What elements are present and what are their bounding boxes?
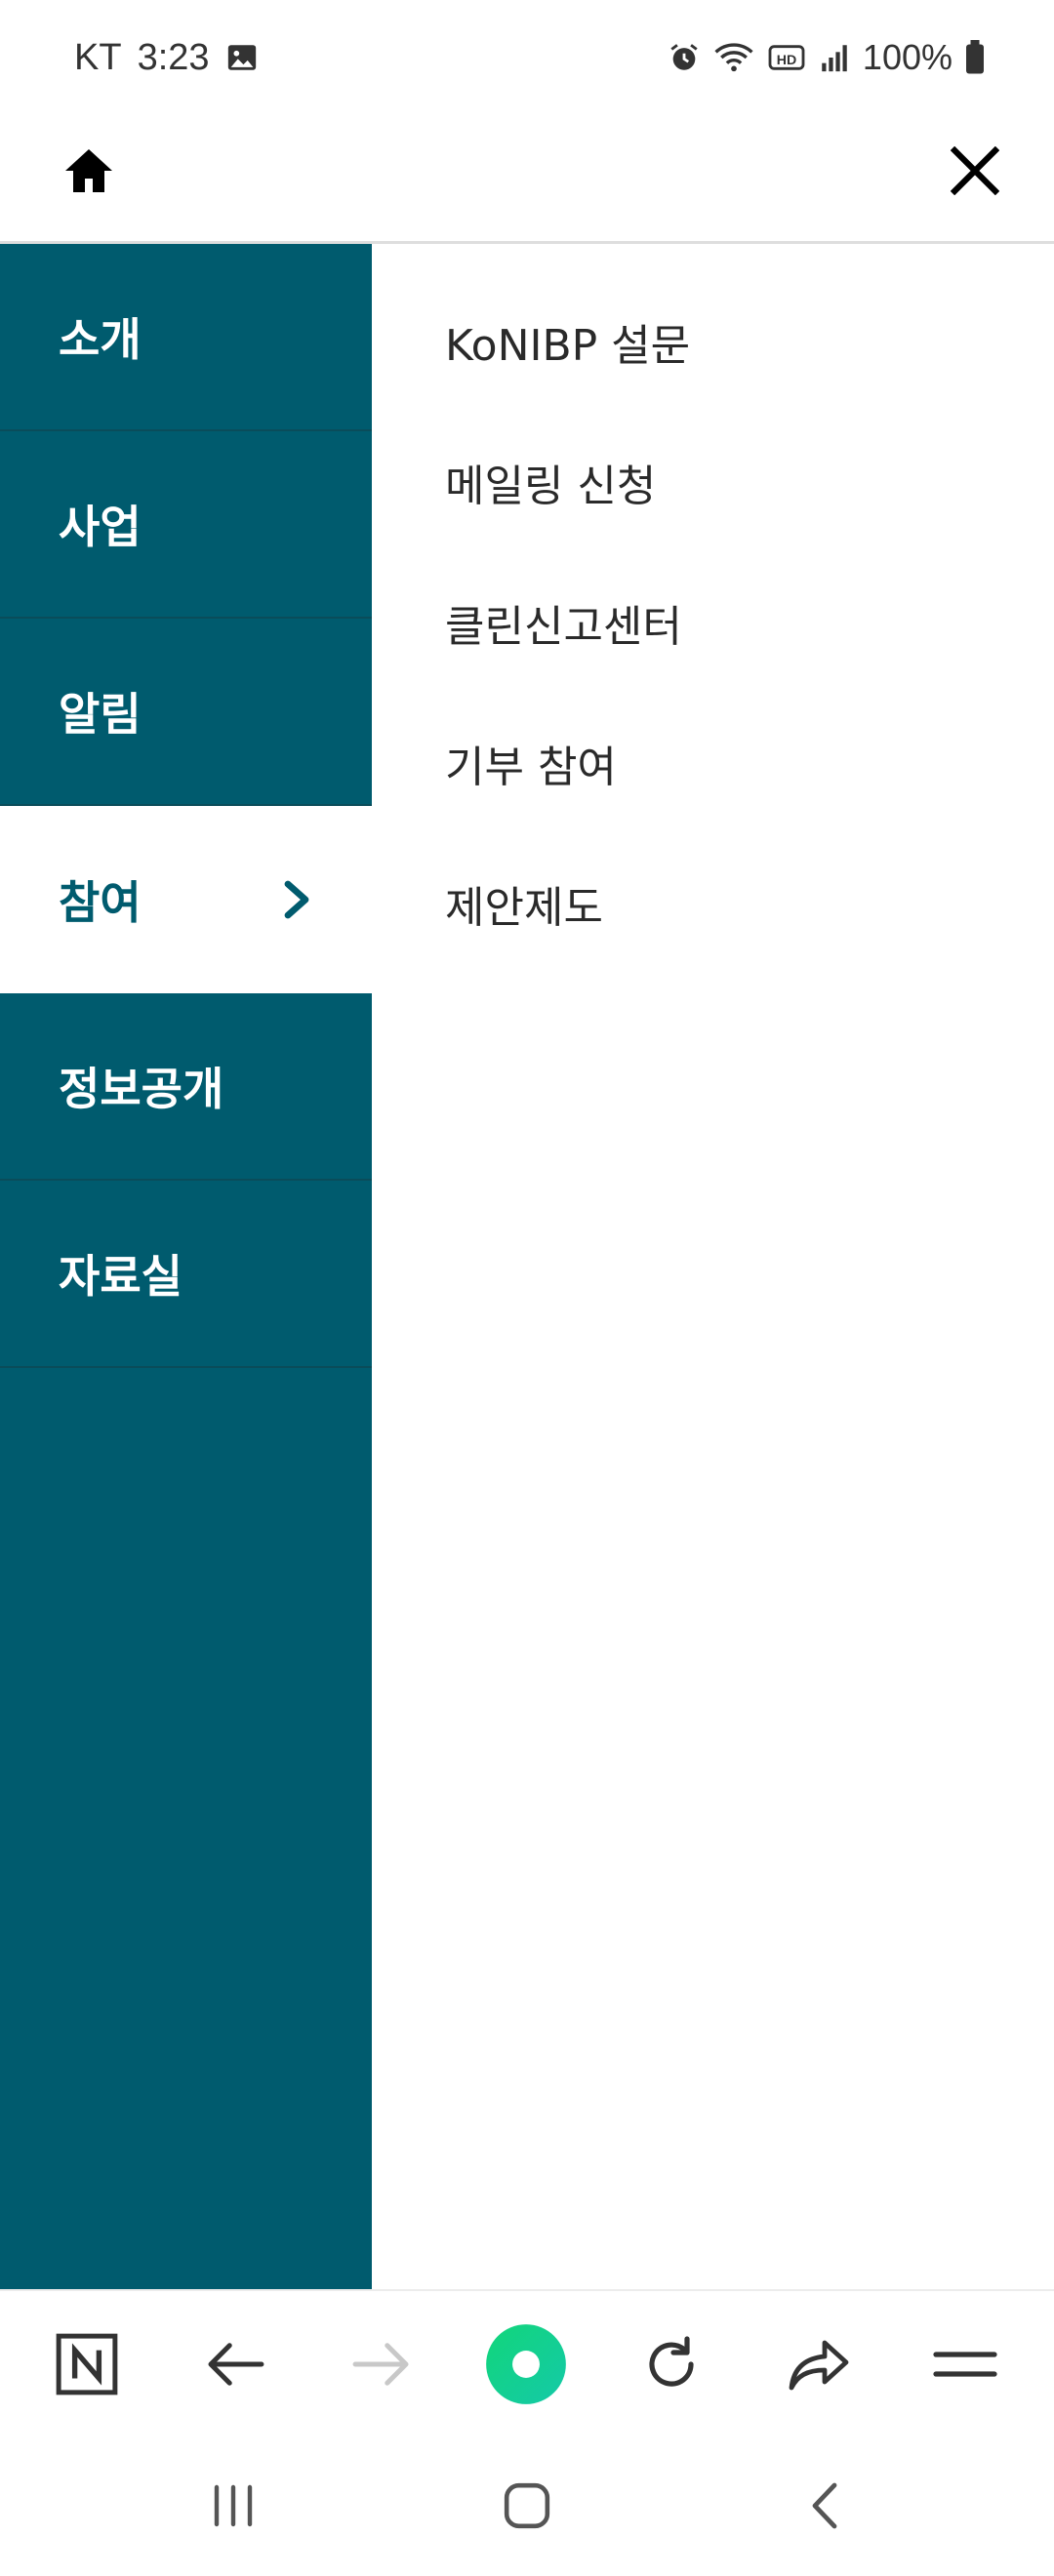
home-icon xyxy=(63,147,114,198)
wifi-icon xyxy=(712,41,755,74)
chevron-right-icon xyxy=(276,868,315,931)
home-square-icon[interactable] xyxy=(483,2465,571,2547)
naver-n-icon[interactable] xyxy=(45,2322,129,2406)
browser-toolbar xyxy=(0,2289,1054,2435)
battery-percent: 100% xyxy=(862,37,953,77)
hd-icon: HD xyxy=(767,41,806,74)
menu-item-label: 소개 xyxy=(59,313,142,366)
back-arrow-icon[interactable] xyxy=(193,2322,277,2406)
home-button[interactable] xyxy=(57,141,121,205)
share-icon[interactable] xyxy=(777,2322,861,2406)
refresh-icon[interactable] xyxy=(629,2322,713,2406)
menu-item-archive[interactable]: 자료실 xyxy=(0,1181,372,1368)
battery-icon xyxy=(964,40,986,75)
menu-item-label: 사업 xyxy=(59,501,142,553)
forward-arrow-icon[interactable] xyxy=(340,2322,424,2406)
close-button[interactable] xyxy=(941,139,1009,207)
menu-icon[interactable] xyxy=(923,2322,1007,2406)
svg-text:HD: HD xyxy=(777,53,796,68)
submenu-item-donation[interactable]: 기부 참여 xyxy=(445,724,617,802)
submenu-item-clean-report[interactable]: 클린신고센터 xyxy=(445,584,682,662)
menu-item-label: 알림 xyxy=(59,688,142,741)
alarm-icon xyxy=(668,41,701,74)
submenu-item-survey[interactable]: KoNIBP 설문 xyxy=(445,302,690,381)
recent-apps-icon[interactable] xyxy=(189,2465,277,2547)
menu-item-business[interactable]: 사업 xyxy=(0,431,372,619)
status-bar: KT 3:23 HD 100% xyxy=(0,0,1054,113)
menu-item-label: 참여 xyxy=(59,876,142,929)
back-icon[interactable] xyxy=(781,2465,869,2547)
submenu-item-mailing[interactable]: 메일링 신청 xyxy=(445,443,656,521)
main-menu: 소개 사업 알림 참여 정보공개 자료실 xyxy=(0,244,372,2289)
image-icon xyxy=(225,41,259,74)
menu-item-notice[interactable]: 알림 xyxy=(0,619,372,806)
system-navigation-bar xyxy=(0,2435,1054,2576)
menu-item-label: 정보공개 xyxy=(59,1063,224,1115)
carrier-label: KT xyxy=(74,36,122,78)
menu-item-intro[interactable]: 소개 xyxy=(0,244,372,431)
close-icon xyxy=(950,145,1000,199)
menu-item-participation[interactable]: 참여 xyxy=(0,806,372,993)
menu-header xyxy=(0,113,1054,244)
green-dot-icon[interactable] xyxy=(484,2322,568,2406)
menu-item-label: 자료실 xyxy=(59,1250,182,1303)
signal-icon xyxy=(818,41,851,74)
clock: 3:23 xyxy=(137,36,210,78)
submenu-item-proposal[interactable]: 제안제도 xyxy=(445,865,603,943)
menu-item-disclosure[interactable]: 정보공개 xyxy=(0,993,372,1181)
